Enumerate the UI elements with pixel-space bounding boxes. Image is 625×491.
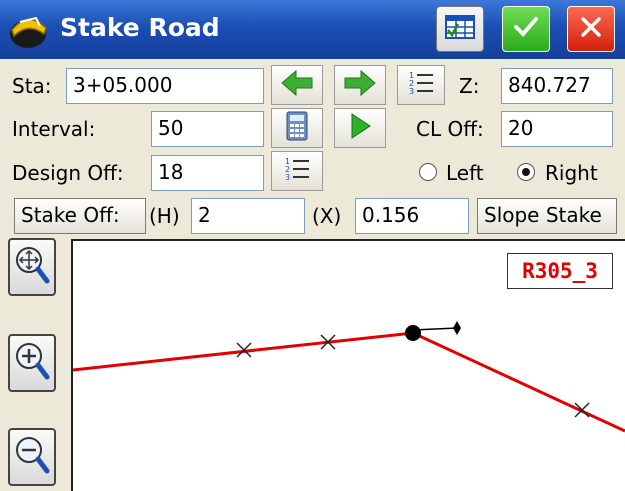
calculator-button[interactable] — [271, 108, 323, 148]
zoom-out-icon — [14, 433, 50, 481]
grid-icon — [444, 12, 476, 46]
cl-off-input[interactable]: 20 — [501, 111, 613, 147]
left-radio[interactable] — [419, 163, 437, 181]
right-radio-label: Right — [545, 161, 598, 185]
alignment-line — [72, 331, 625, 433]
window-title: Stake Road — [60, 13, 220, 42]
previous-station-button[interactable] — [271, 65, 323, 105]
helmet-icon — [6, 8, 54, 52]
sta-label: Sta: — [12, 74, 52, 98]
slope-stake-button[interactable]: Slope Stake — [477, 198, 617, 234]
zoom-in-button[interactable] — [8, 334, 56, 392]
title-bar: Stake Road — [0, 0, 625, 59]
calculator-icon — [286, 111, 308, 145]
z-label: Z: — [459, 74, 480, 98]
left-radio-label: Left — [446, 161, 484, 185]
x-input[interactable]: 0.156 — [355, 198, 469, 234]
svg-text:3: 3 — [285, 173, 290, 182]
list-icon: 1 2 3 — [283, 155, 311, 187]
current-station-point — [405, 325, 421, 341]
right-radio[interactable] — [517, 163, 535, 181]
play-icon — [348, 112, 372, 144]
cl-off-label: CL Off: — [416, 117, 484, 141]
z-input[interactable]: 840.727 — [501, 68, 613, 104]
h-input[interactable]: 2 — [191, 198, 305, 234]
arrow-left-icon — [280, 69, 314, 101]
zoom-out-button[interactable] — [8, 428, 56, 486]
checkmark-icon — [511, 12, 541, 46]
list-icon: 1 2 3 — [407, 69, 435, 101]
stake-off-button[interactable]: Stake Off: — [14, 198, 146, 234]
stake-offset-line — [412, 327, 458, 331]
design-list-button[interactable]: 1 2 3 — [271, 151, 323, 191]
h-label: (H) — [149, 204, 180, 228]
zoom-extents-button[interactable] — [8, 238, 56, 296]
design-off-label: Design Off: — [12, 161, 124, 185]
alignment-name-label: R305_3 — [507, 253, 613, 289]
arrow-right-icon — [343, 69, 377, 101]
zoom-in-icon — [14, 339, 50, 387]
stake-point — [453, 321, 461, 335]
svg-text:3: 3 — [409, 87, 414, 96]
alignment-map[interactable]: R305_3 — [71, 239, 625, 491]
interval-input[interactable]: 50 — [151, 111, 264, 147]
interval-label: Interval: — [12, 117, 96, 141]
design-off-input[interactable]: 18 — [151, 155, 264, 191]
close-icon — [578, 14, 604, 44]
close-button[interactable] — [567, 6, 615, 52]
next-station-button[interactable] — [334, 65, 386, 105]
zoom-extents-icon — [14, 243, 50, 291]
run-button[interactable] — [334, 108, 386, 148]
x-label: (X) — [312, 204, 342, 228]
station-list-button[interactable]: 1 2 3 — [397, 65, 445, 105]
sta-input[interactable]: 3+05.000 — [66, 68, 264, 104]
grid-view-button[interactable] — [436, 6, 484, 52]
ok-button[interactable] — [502, 6, 550, 52]
